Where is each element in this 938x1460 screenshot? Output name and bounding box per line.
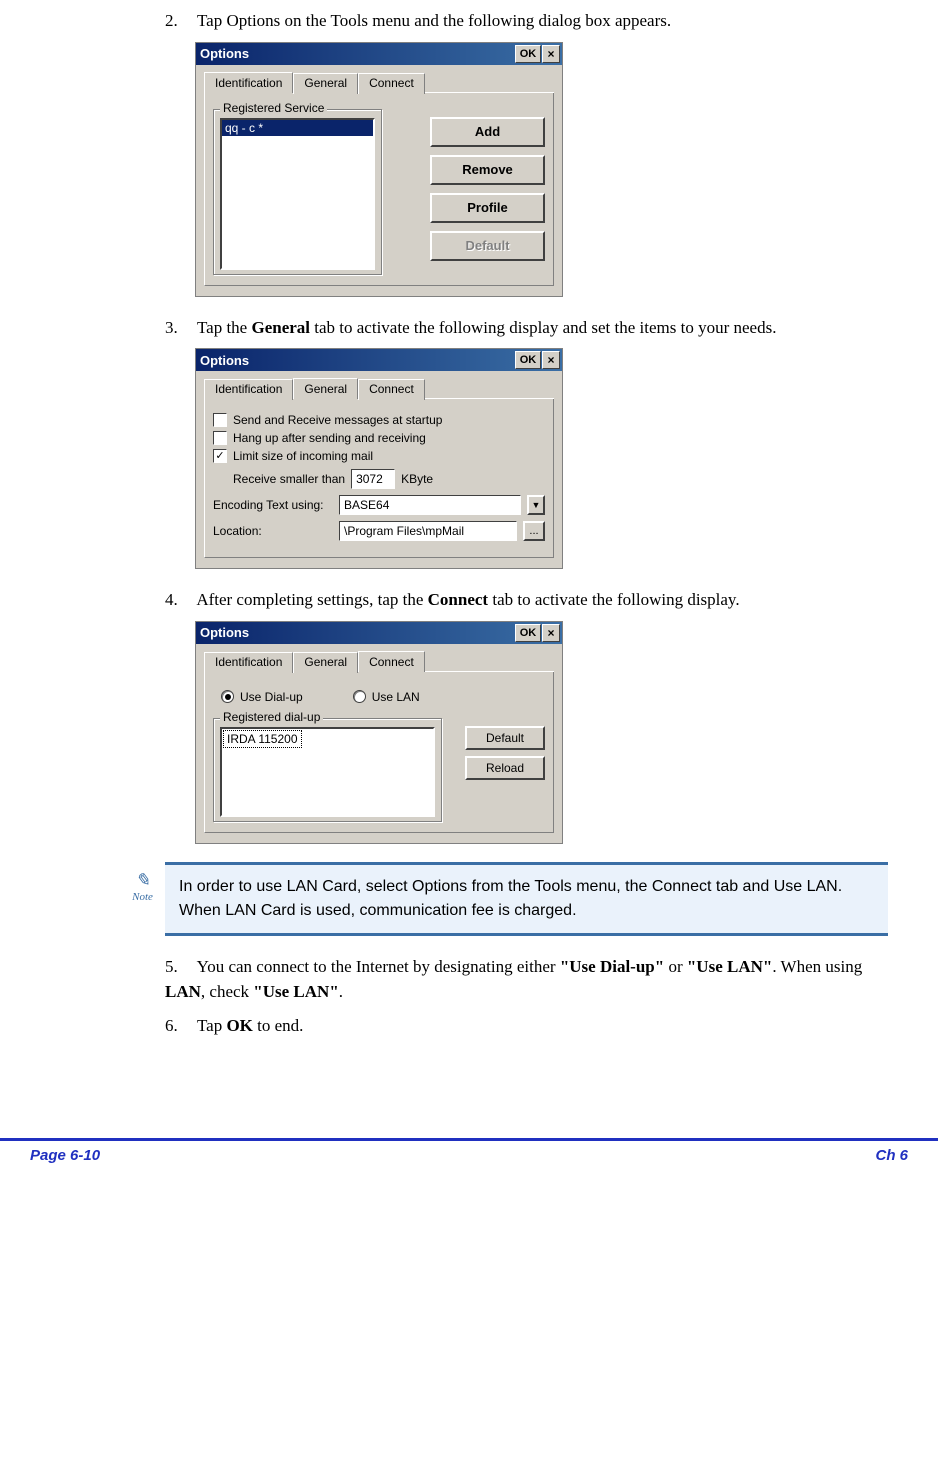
list-item[interactable]: IRDA 115200 <box>223 730 302 748</box>
options-dialog-connect: Options OK × Identification General Conn… <box>195 621 563 844</box>
browse-button[interactable]: ... <box>523 521 545 541</box>
registered-service-group: Registered Service qq - c * <box>213 109 382 275</box>
radio-lan[interactable]: Use LAN <box>353 690 420 704</box>
titlebar: Options OK × <box>196 622 562 644</box>
tab-identification[interactable]: Identification <box>204 652 293 673</box>
default-button[interactable]: Default <box>465 726 545 750</box>
window-title: Options <box>200 625 514 640</box>
radio-icon[interactable] <box>221 690 234 703</box>
list-item[interactable]: qq - c * <box>222 120 373 136</box>
titlebar: Options OK × <box>196 349 562 371</box>
options-dialog-general: Options OK × Identification General Conn… <box>195 348 563 569</box>
location-field[interactable]: \Program Files\mpMail <box>339 521 517 541</box>
checkbox-hangup[interactable]: Hang up after sending and receiving <box>213 431 545 445</box>
window-title: Options <box>200 46 514 61</box>
note-icon: ✎ Note <box>120 862 165 903</box>
checkbox-icon[interactable] <box>213 413 227 427</box>
checkbox-icon[interactable]: ✓ <box>213 449 227 463</box>
close-button[interactable]: × <box>542 45 560 63</box>
ok-button[interactable]: OK <box>515 45 541 63</box>
tab-identification[interactable]: Identification <box>204 72 293 93</box>
checkbox-startup[interactable]: Send and Receive messages at startup <box>213 413 545 427</box>
checkbox-icon[interactable] <box>213 431 227 445</box>
close-button[interactable]: × <box>542 624 560 642</box>
step-5: 5. You can connect to the Internet by de… <box>165 954 888 1005</box>
radio-dialup[interactable]: Use Dial-up <box>221 690 303 704</box>
close-button[interactable]: × <box>542 351 560 369</box>
step-4: 4. After completing settings, tap the Co… <box>165 587 888 613</box>
registered-dialup-group: Registered dial-up IRDA 115200 <box>213 718 442 822</box>
checkbox-limit-size[interactable]: ✓ Limit size of incoming mail <box>213 449 545 463</box>
tab-identification[interactable]: Identification <box>204 379 293 400</box>
step-2: 2. Tap Options on the Tools menu and the… <box>165 8 888 34</box>
dialup-listbox[interactable]: IRDA 115200 <box>220 727 435 817</box>
remove-button[interactable]: Remove <box>430 155 545 185</box>
profile-button[interactable]: Profile <box>430 193 545 223</box>
tabset: Identification General Connect <box>204 71 554 93</box>
tab-general[interactable]: General <box>293 73 358 94</box>
options-dialog-identification: Options OK × Identification General Conn… <box>195 42 563 297</box>
dropdown-icon[interactable]: ▼ <box>527 495 545 515</box>
tab-general[interactable]: General <box>293 652 358 673</box>
ok-button[interactable]: OK <box>515 351 541 369</box>
radio-icon[interactable] <box>353 690 366 703</box>
step-6: 6. Tap OK to end. <box>165 1013 888 1039</box>
window-title: Options <box>200 353 514 368</box>
page-number: Page 6-10 <box>30 1147 100 1164</box>
note-text: In order to use LAN Card, select Options… <box>165 862 888 936</box>
page-footer: Page 6-10 Ch 6 <box>0 1138 938 1176</box>
step-3: 3. Tap the General tab to activate the f… <box>165 315 888 341</box>
encoding-field[interactable]: BASE64 <box>339 495 521 515</box>
note-block: ✎ Note In order to use LAN Card, select … <box>120 862 888 936</box>
titlebar: Options OK × <box>196 43 562 65</box>
tab-general[interactable]: General <box>293 378 358 399</box>
tab-connect[interactable]: Connect <box>358 651 425 672</box>
tabset: Identification General Connect <box>204 377 554 399</box>
tab-connect[interactable]: Connect <box>358 73 425 94</box>
service-listbox[interactable]: qq - c * <box>220 118 375 270</box>
tabset: Identification General Connect <box>204 650 554 672</box>
chapter-number: Ch 6 <box>875 1147 908 1164</box>
tab-connect[interactable]: Connect <box>358 379 425 400</box>
pencil-icon: ✎ <box>120 870 165 891</box>
reload-button[interactable]: Reload <box>465 756 545 780</box>
ok-button[interactable]: OK <box>515 624 541 642</box>
add-button[interactable]: Add <box>430 117 545 147</box>
default-button: Default <box>430 231 545 261</box>
receive-size-field[interactable]: 3072 <box>351 469 395 489</box>
